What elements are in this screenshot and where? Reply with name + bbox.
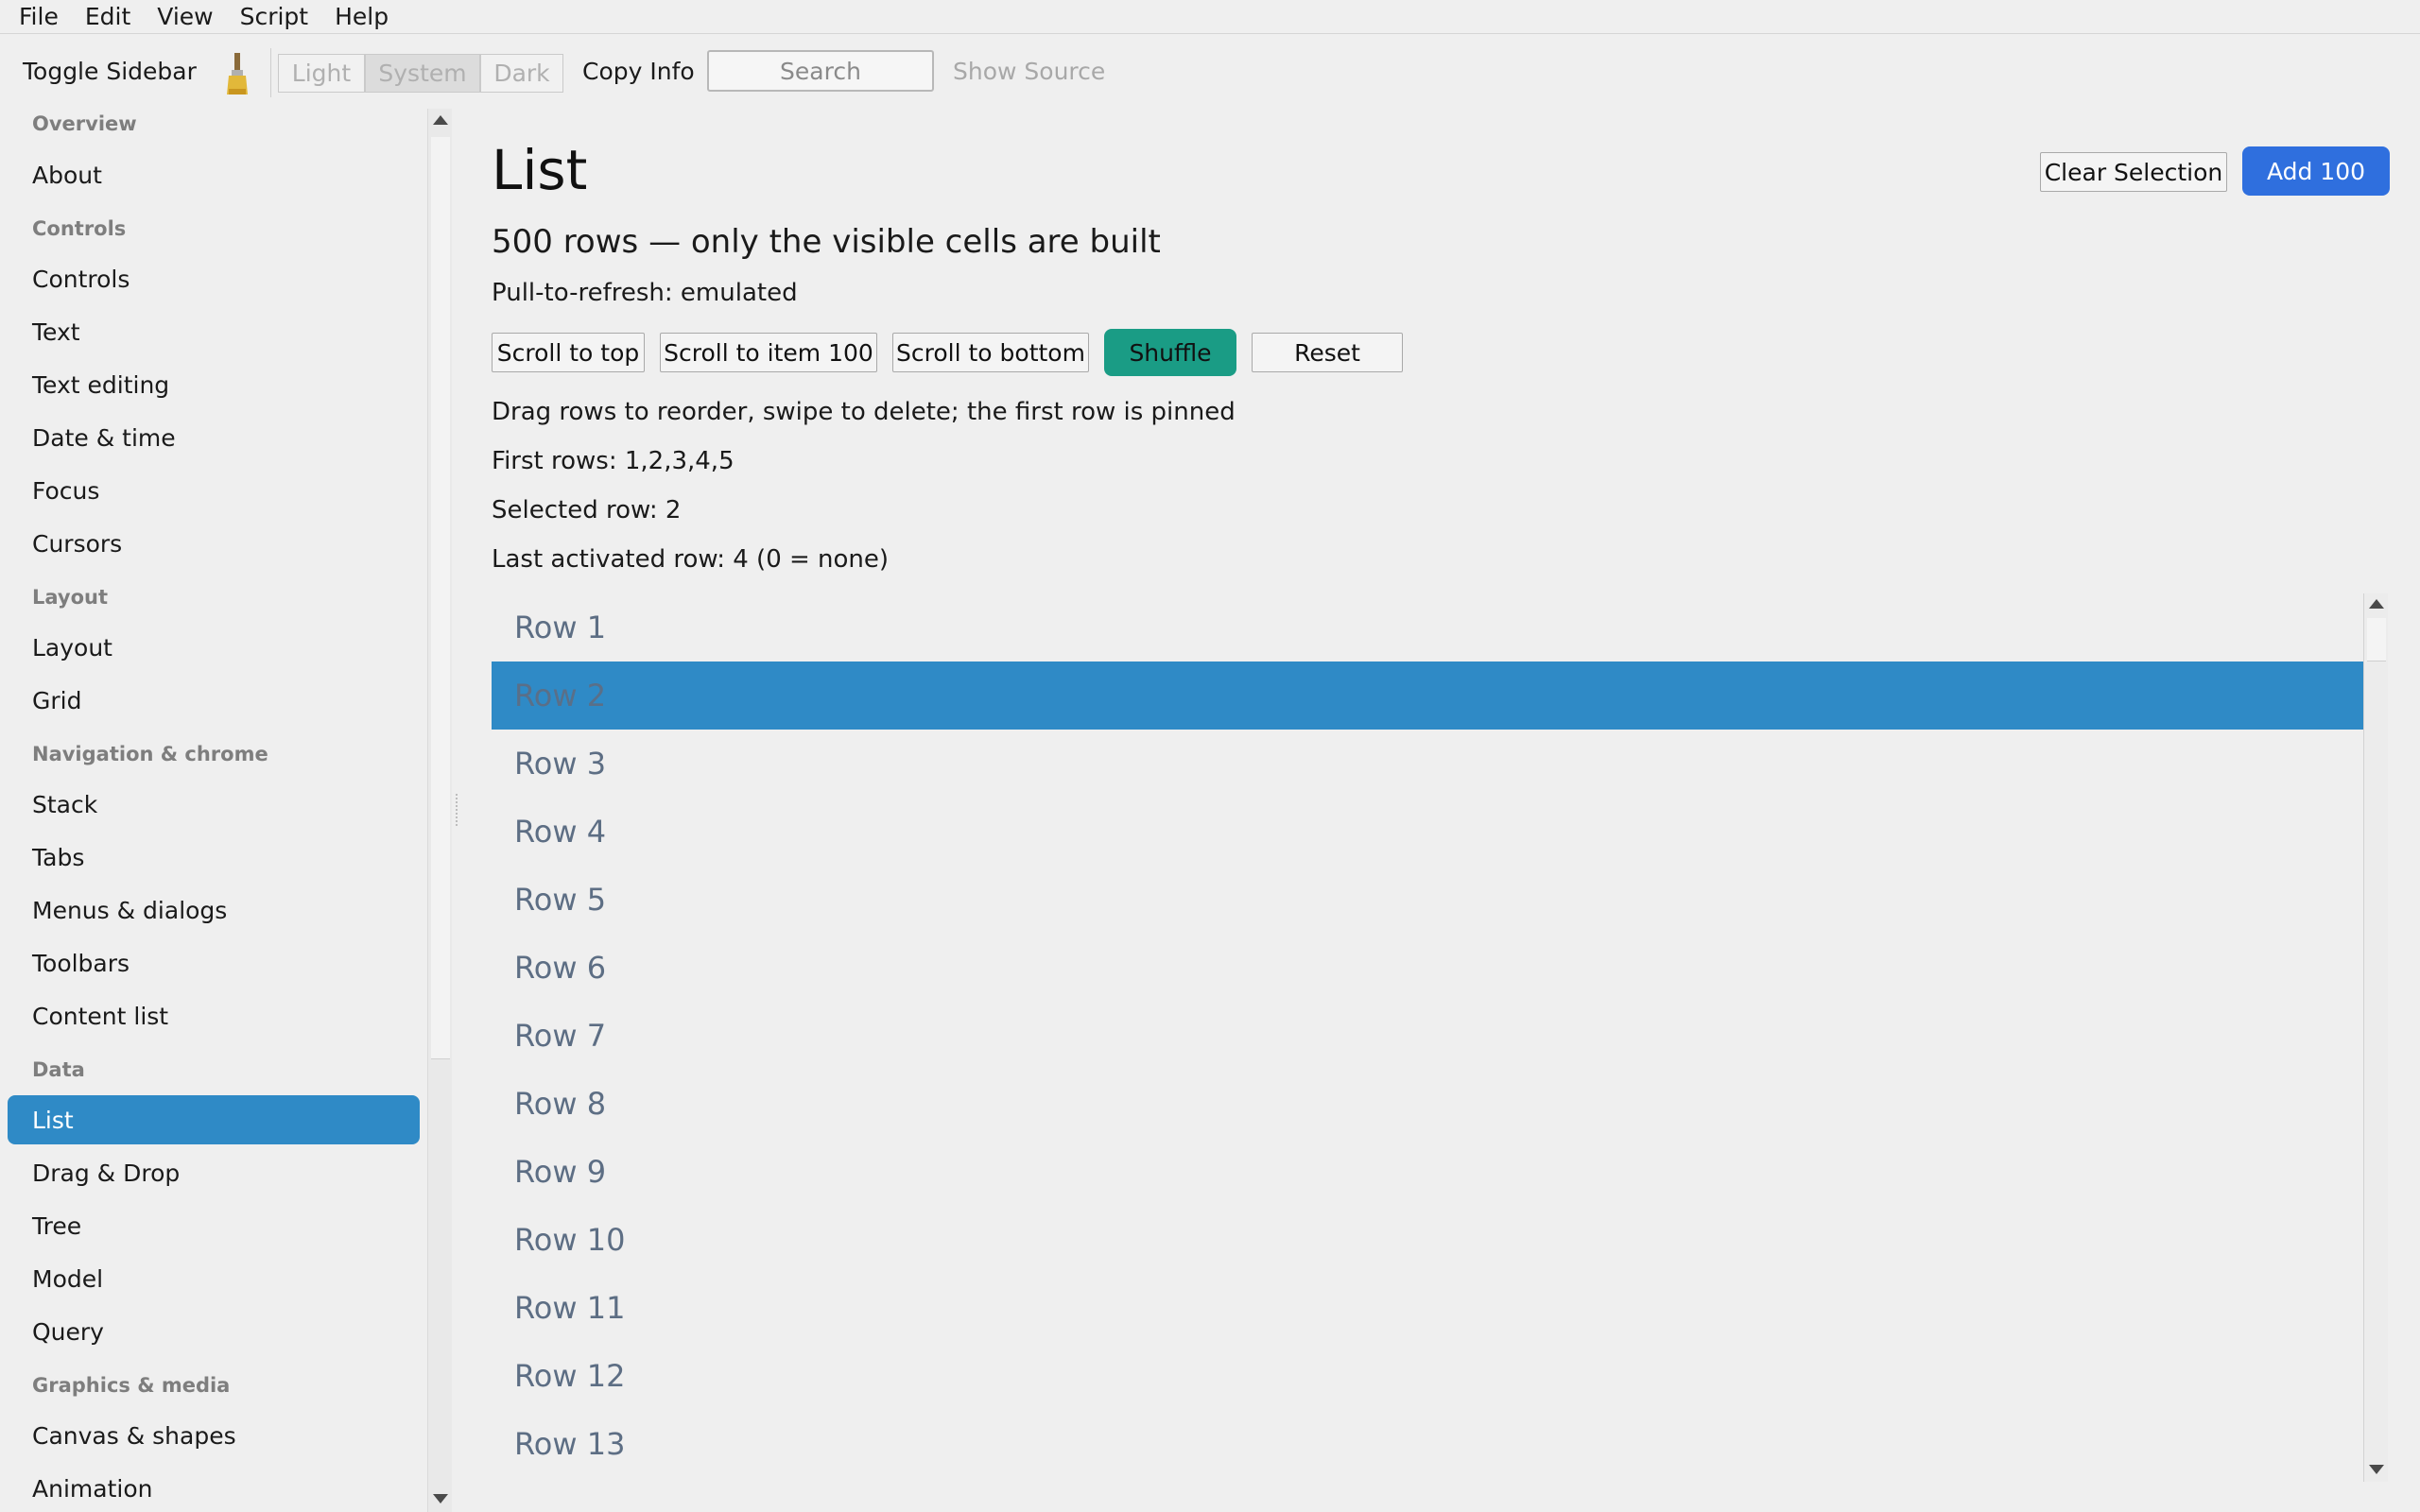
sidebar-item-tree[interactable]: Tree (8, 1201, 420, 1250)
sidebar-section-navigation: Navigation & chrome (32, 743, 268, 765)
sidebar-section-data: Data (32, 1058, 85, 1081)
sidebar-scrollbar[interactable] (427, 109, 452, 1512)
sidebar-item-text-editing[interactable]: Text editing (8, 360, 420, 409)
sidebar-item-drag-drop[interactable]: Drag & Drop (8, 1148, 420, 1197)
add-100-button[interactable]: Add 100 (2242, 146, 2390, 196)
theme-light-button[interactable]: Light (278, 54, 365, 93)
list-scroll-down-arrow-icon[interactable] (2369, 1465, 2384, 1474)
list-row[interactable]: Row 8 (492, 1070, 2363, 1138)
list-row[interactable]: Row 4 (492, 798, 2363, 866)
scroll-down-arrow-icon[interactable] (433, 1494, 448, 1503)
sidebar-splitter-handle[interactable] (456, 794, 458, 826)
page-title: List (492, 138, 588, 202)
row-list[interactable]: Row 1 Row 2 Row 3 Row 4 Row 5 Row 6 Row … (492, 593, 2363, 1482)
list-hint: Drag rows to reorder, swipe to delete; t… (492, 398, 1236, 426)
list-scroll-up-arrow-icon[interactable] (2369, 599, 2384, 609)
list-row[interactable]: Row 9 (492, 1138, 2363, 1206)
last-activated-status: Last activated row: 4 (0 = none) (492, 545, 890, 574)
sidebar-item-layout[interactable]: Layout (8, 623, 420, 672)
sidebar-item-date-time[interactable]: Date & time (8, 413, 420, 462)
menu-bar: File Edit View Script Help (0, 0, 2420, 34)
selected-row-status: Selected row: 2 (492, 496, 682, 524)
sidebar-item-toolbars[interactable]: Toolbars (8, 938, 420, 988)
first-rows-status: First rows: 1,2,3,4,5 (492, 447, 735, 475)
sidebar-item-model[interactable]: Model (8, 1254, 420, 1303)
menu-script[interactable]: Script (240, 3, 309, 30)
list-row[interactable]: Row 10 (492, 1206, 2363, 1274)
sidebar-item-menus-dialogs[interactable]: Menus & dialogs (8, 885, 420, 935)
scroll-to-bottom-button[interactable]: Scroll to bottom (892, 333, 1089, 372)
pull-to-refresh-status: Pull-to-refresh: emulated (492, 279, 798, 307)
scroll-to-top-button[interactable]: Scroll to top (492, 333, 645, 372)
show-source-button[interactable]: Show Source (953, 58, 1105, 85)
sidebar-item-query[interactable]: Query (8, 1307, 420, 1356)
sidebar-section-graphics: Graphics & media (32, 1374, 231, 1397)
sidebar-section-controls: Controls (32, 217, 127, 240)
clear-selection-button[interactable]: Clear Selection (2040, 152, 2227, 192)
search-input[interactable]: Search (707, 50, 934, 92)
menu-help[interactable]: Help (335, 3, 389, 30)
sidebar-item-animation[interactable]: Animation (8, 1464, 420, 1512)
list-row-selected[interactable]: Row 2 (492, 662, 2363, 730)
sidebar-item-stack[interactable]: Stack (8, 780, 420, 829)
menu-file[interactable]: File (19, 3, 59, 30)
list-subtitle: 500 rows — only the visible cells are bu… (492, 223, 1161, 261)
scroll-up-arrow-icon[interactable] (433, 115, 448, 125)
sidebar-item-controls[interactable]: Controls (8, 254, 420, 303)
copy-info-button[interactable]: Copy Info (582, 58, 695, 85)
list-row[interactable]: Row 6 (492, 934, 2363, 1002)
list-scrollbar[interactable] (2363, 593, 2388, 1482)
list-scrollbar-thumb[interactable] (2367, 618, 2386, 662)
list-row[interactable]: Row 3 (492, 730, 2363, 798)
sidebar-scrollbar-thumb[interactable] (431, 137, 450, 1059)
paintbrush-icon[interactable] (223, 51, 251, 96)
shuffle-button[interactable]: Shuffle (1104, 329, 1236, 376)
sidebar: Overview About Controls Controls Text Te… (0, 109, 427, 1512)
theme-system-button[interactable]: System (365, 54, 480, 93)
list-row[interactable]: Row 1 (492, 593, 2363, 662)
theme-dark-button[interactable]: Dark (480, 54, 563, 93)
toolbar-separator (270, 48, 271, 97)
sidebar-section-layout: Layout (32, 586, 109, 609)
sidebar-item-cursors[interactable]: Cursors (8, 519, 420, 568)
menu-edit[interactable]: Edit (85, 3, 130, 30)
sidebar-item-focus[interactable]: Focus (8, 466, 420, 515)
sidebar-item-tabs[interactable]: Tabs (8, 833, 420, 882)
list-row[interactable]: Row 11 (492, 1274, 2363, 1342)
list-row[interactable]: Row 13 (492, 1410, 2363, 1478)
sidebar-item-text[interactable]: Text (8, 307, 420, 356)
sidebar-item-list[interactable]: List (8, 1095, 420, 1144)
toggle-sidebar-button[interactable]: Toggle Sidebar (23, 58, 197, 85)
sidebar-item-content-list[interactable]: Content list (8, 991, 420, 1040)
list-row[interactable]: Row 12 (492, 1342, 2363, 1410)
list-row[interactable]: Row 7 (492, 1002, 2363, 1070)
sidebar-item-grid[interactable]: Grid (8, 676, 420, 725)
sidebar-item-about[interactable]: About (8, 150, 420, 199)
toolbar: Toggle Sidebar Light System Dark Copy In… (0, 35, 2420, 109)
scroll-to-item-100-button[interactable]: Scroll to item 100 (660, 333, 877, 372)
list-row[interactable]: Row 5 (492, 866, 2363, 934)
sidebar-section-overview: Overview (32, 112, 137, 135)
menu-view[interactable]: View (157, 3, 213, 30)
sidebar-item-canvas-shapes[interactable]: Canvas & shapes (8, 1411, 420, 1460)
reset-button[interactable]: Reset (1252, 333, 1403, 372)
